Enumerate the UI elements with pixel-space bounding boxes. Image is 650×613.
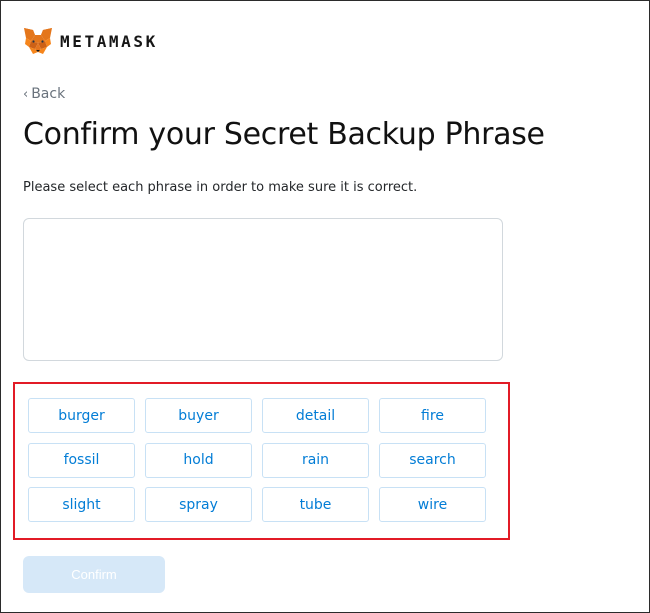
page-title: Confirm your Secret Backup Phrase	[23, 117, 545, 152]
confirm-button[interactable]: Confirm	[23, 556, 165, 593]
word-option-button[interactable]: slight	[28, 487, 135, 522]
back-label: Back	[31, 86, 66, 102]
metamask-wordmark: METAMASK	[60, 31, 158, 51]
metamask-fox-icon	[24, 28, 52, 54]
chevron-left-icon: ‹	[23, 86, 29, 102]
word-option-button[interactable]: hold	[145, 442, 252, 478]
word-option-button[interactable]: spray	[145, 487, 252, 522]
word-option-button[interactable]: fire	[379, 398, 486, 433]
word-option-button[interactable]: burger	[28, 398, 135, 433]
selected-phrase-area[interactable]	[23, 218, 503, 361]
word-option-button[interactable]: fossil	[28, 442, 135, 478]
word-option-button[interactable]: search	[379, 442, 486, 478]
word-option-button[interactable]: tube	[262, 487, 369, 522]
instruction-text: Please select each phrase in order to ma…	[23, 180, 418, 195]
word-option-button[interactable]: wire	[379, 487, 486, 522]
word-option-button[interactable]: detail	[262, 398, 369, 433]
word-option-button[interactable]: rain	[262, 442, 369, 478]
word-option-button[interactable]: buyer	[145, 398, 252, 433]
back-link[interactable]: ‹ Back	[23, 86, 65, 102]
word-options-grid: burger buyer detail fire fossil hold rai…	[28, 398, 486, 522]
header: METAMASK	[23, 27, 158, 55]
